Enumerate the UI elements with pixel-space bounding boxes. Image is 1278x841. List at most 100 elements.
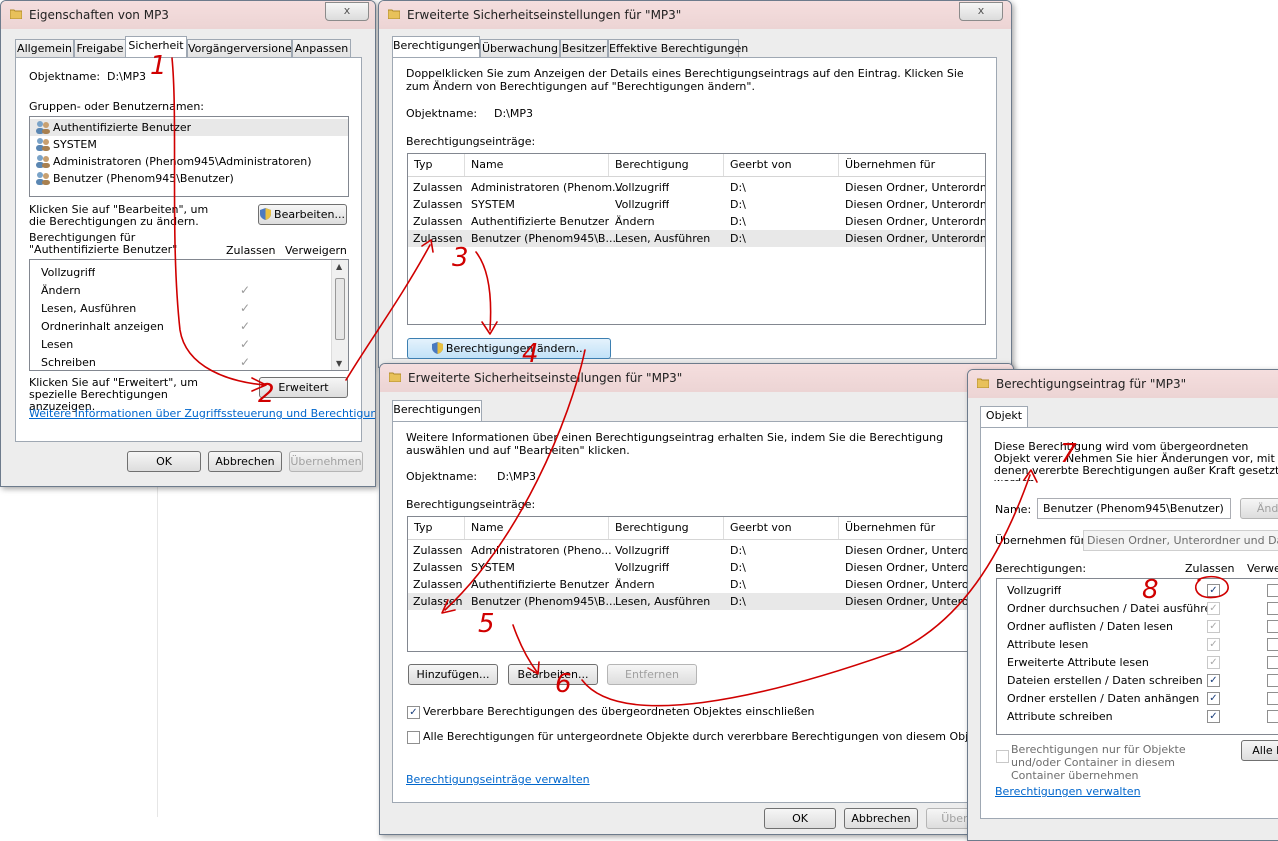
- entries-table[interactable]: Typ Name Berechtigung Geerbt von Überneh…: [407, 516, 989, 652]
- tab-anpassen[interactable]: Anpassen: [292, 39, 351, 57]
- allow-checkbox[interactable]: ✓: [1207, 620, 1220, 633]
- check-icon: ✓: [240, 337, 251, 351]
- perm-label: Lesen, Ausführen: [41, 302, 137, 315]
- permissions-list[interactable]: Vollzugriff Ändern ✓ Lesen, Ausführen ✓ Or…: [29, 259, 349, 371]
- deny-checkbox[interactable]: [1267, 710, 1278, 723]
- tab-objekt[interactable]: Objekt: [980, 406, 1028, 427]
- replace-label: Alle Berechtigungen für untergeordnete O…: [423, 730, 1014, 743]
- col-uebernehmen[interactable]: Übernehmen für: [839, 517, 986, 539]
- scrollbar[interactable]: ▲ ▼: [331, 260, 348, 370]
- allow-checkbox[interactable]: ✓: [1207, 674, 1220, 687]
- cell-perm: Ändern: [615, 578, 655, 591]
- col-name[interactable]: Name: [465, 154, 609, 176]
- ok-button[interactable]: OK: [764, 808, 836, 829]
- cell-typ: Zulassen: [413, 544, 463, 557]
- cell-inherited: D:\: [730, 544, 746, 557]
- table-row[interactable]: Zulassen Authentifizierte Benutzer Ändern D…: [408, 213, 985, 230]
- table-row[interactable]: Zulassen SYSTEM Vollzugriff D:\ Diesen Ordne…: [408, 196, 985, 213]
- allow-checkbox[interactable]: ✓: [1207, 584, 1220, 597]
- edit-button[interactable]: Bearbeiten...: [508, 664, 598, 685]
- replace-checkbox[interactable]: [407, 731, 420, 744]
- allow-checkbox[interactable]: ✓: [1207, 710, 1220, 723]
- cancel-button[interactable]: Abbrechen: [844, 808, 918, 829]
- deny-checkbox[interactable]: [1267, 656, 1278, 669]
- tab-vorgaengerversionen[interactable]: Vorgängerversionen: [187, 39, 299, 57]
- users-icon: [35, 137, 51, 151]
- scroll-up-icon[interactable]: ▲: [336, 262, 342, 271]
- ok-button[interactable]: OK: [127, 451, 201, 472]
- manage-permissions-link[interactable]: Berechtigungen verwalten: [995, 785, 1141, 798]
- groups-list[interactable]: Authentifizierte Benutzer SYSTEM Adminis…: [29, 116, 349, 197]
- table-row[interactable]: Zulassen SYSTEM Vollzugriff D:\ Diesen Ordne…: [408, 559, 988, 576]
- deny-checkbox[interactable]: [1267, 584, 1278, 597]
- cell-inherited: D:\: [730, 561, 746, 574]
- entry-title: Berechtigungseintrag für "MP3": [996, 377, 1187, 391]
- allow-checkbox[interactable]: ✓: [1207, 656, 1220, 669]
- users-icon: [35, 120, 51, 134]
- list-item: Attribute schreiben ✓: [997, 708, 1278, 725]
- remove-button[interactable]: Entfernen: [607, 664, 697, 685]
- scroll-thumb[interactable]: [335, 278, 345, 340]
- tab-sicherheit[interactable]: Sicherheit: [125, 36, 187, 57]
- list-item[interactable]: Administratoren (Phenom945\Administrator…: [30, 153, 348, 170]
- background-divider: [157, 480, 158, 817]
- table-row[interactable]: Zulassen Benutzer (Phenom945\B... Lesen, A…: [408, 230, 985, 247]
- perm-label: Vollzugriff: [1007, 584, 1062, 597]
- tab-berechtigungen[interactable]: Berechtigungen: [392, 400, 482, 421]
- tab-effektive-berechtigungen[interactable]: Effektive Berechtigungen: [608, 39, 748, 57]
- table-row[interactable]: Zulassen Benutzer (Phenom945\B... Lesen, A…: [408, 593, 988, 610]
- allow-checkbox[interactable]: ✓: [1207, 638, 1220, 651]
- entries-table[interactable]: Typ Name Berechtigung Geerbt von Überneh…: [407, 153, 986, 325]
- deny-checkbox[interactable]: [1267, 674, 1278, 687]
- deny-checkbox[interactable]: [1267, 692, 1278, 705]
- clear-all-button[interactable]: Alle lös: [1241, 740, 1278, 761]
- inherit-checkbox[interactable]: ✓: [407, 706, 420, 719]
- cell-inherited: D:\: [730, 198, 746, 211]
- advanced-button[interactable]: Erweitert: [259, 377, 348, 398]
- users-icon: [35, 171, 51, 185]
- list-item[interactable]: SYSTEM: [30, 136, 348, 153]
- col-geerbt[interactable]: Geerbt von: [724, 154, 839, 176]
- tab-besitzer[interactable]: Besitzer: [560, 39, 608, 57]
- entry-permissions-list[interactable]: Vollzugriff ✓ Ordner durchsuchen / Datei …: [996, 578, 1278, 735]
- col-berechtigung[interactable]: Berechtigung: [609, 517, 724, 539]
- edit-title: Erweiterte Sicherheitseinstellungen für …: [408, 371, 683, 385]
- table-row[interactable]: Zulassen Authentifizierte Benutzer Ändern D…: [408, 576, 988, 593]
- table-row[interactable]: Zulassen Administratoren (Pheno... Vollzug…: [408, 542, 988, 559]
- name-field[interactable]: Benutzer (Phenom945\Benutzer): [1037, 498, 1231, 519]
- col-name[interactable]: Name: [465, 517, 609, 539]
- apply-button[interactable]: Übernehmen: [289, 451, 363, 472]
- deny-checkbox[interactable]: [1267, 638, 1278, 651]
- change-name-button[interactable]: Ände: [1240, 498, 1278, 519]
- list-item[interactable]: Benutzer (Phenom945\Benutzer): [30, 170, 348, 187]
- close-button[interactable]: x: [959, 2, 1003, 21]
- cell-apply: Diesen Ordner, Unterordn...: [845, 232, 986, 245]
- col-geerbt[interactable]: Geerbt von: [724, 517, 839, 539]
- tab-berechtigungen[interactable]: Berechtigungen: [392, 36, 480, 57]
- objektname-label: Objektname:: [406, 470, 478, 483]
- tab-allgemein[interactable]: Allgemein: [15, 39, 74, 57]
- tab-freigabe[interactable]: Freigabe: [74, 39, 126, 57]
- add-button[interactable]: Hinzufügen...: [408, 664, 498, 685]
- cancel-button[interactable]: Abbrechen: [208, 451, 282, 472]
- list-item[interactable]: Authentifizierte Benutzer: [30, 119, 348, 136]
- edit-button[interactable]: Bearbeiten...: [258, 204, 347, 225]
- cell-typ: Zulassen: [413, 181, 463, 194]
- table-row[interactable]: Zulassen Administratoren (Phenom... Vollzu…: [408, 179, 985, 196]
- allow-checkbox[interactable]: ✓: [1207, 602, 1220, 615]
- manage-entries-link[interactable]: Berechtigungseinträge verwalten: [406, 773, 590, 786]
- allow-checkbox[interactable]: ✓: [1207, 692, 1220, 705]
- tab-ueberwachung[interactable]: Überwachung: [480, 39, 560, 57]
- deny-checkbox[interactable]: [1267, 620, 1278, 633]
- deny-checkbox[interactable]: [1267, 602, 1278, 615]
- apply-only-checkbox[interactable]: [996, 750, 1009, 763]
- col-typ[interactable]: Typ: [408, 517, 465, 539]
- col-uebernehmen[interactable]: Übernehmen für: [839, 154, 985, 176]
- col-berechtigung[interactable]: Berechtigung: [609, 154, 724, 176]
- info-link[interactable]: Weitere Informationen über Zugriffssteue…: [29, 407, 375, 420]
- apply-to-select[interactable]: Diesen Ordner, Unterordner und Dateien: [1083, 530, 1278, 551]
- change-permissions-button[interactable]: Berechtigungen ändern...: [407, 338, 611, 359]
- scroll-down-icon[interactable]: ▼: [336, 359, 342, 368]
- close-button[interactable]: x: [325, 2, 369, 21]
- col-typ[interactable]: Typ: [408, 154, 465, 176]
